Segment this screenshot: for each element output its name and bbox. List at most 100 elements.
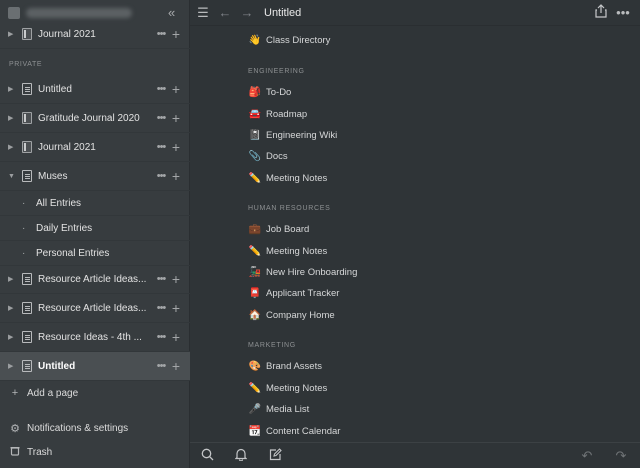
- link-label: Job Board: [266, 223, 310, 235]
- more-options-icon[interactable]: •••: [612, 5, 634, 20]
- caret-right-icon[interactable]: ▶: [8, 304, 22, 312]
- trash-button[interactable]: Trash: [0, 441, 190, 463]
- car-icon: 🚘: [248, 108, 262, 120]
- waving-hand-icon: 👋: [248, 34, 262, 46]
- link-company-home[interactable]: 🏠 Company Home: [248, 307, 335, 323]
- link-roadmap[interactable]: 🚘 Roadmap: [248, 106, 307, 122]
- link-job-board[interactable]: 💼 Job Board: [248, 221, 310, 237]
- workspace-name-blurred: [26, 8, 132, 18]
- mailbox-icon: 📮: [248, 287, 262, 299]
- backpack-icon: 🎒: [248, 86, 262, 98]
- sidebar-item-resource-article-ideas-1[interactable]: ▶ Resource Article Ideas... ••• +: [0, 265, 190, 294]
- add-page-button[interactable]: + Add a page: [0, 382, 190, 404]
- sidebar-subitem-all-entries[interactable]: · All Entries: [0, 191, 190, 216]
- link-class-directory[interactable]: 👋 Class Directory: [248, 32, 331, 48]
- sidebar-item-muses[interactable]: ▼ Muses ••• +: [0, 162, 190, 191]
- bell-icon[interactable]: [224, 448, 258, 464]
- link-new-hire-onboarding[interactable]: 🚂 New Hire Onboarding: [248, 264, 358, 280]
- private-section-label: PRIVATE: [9, 61, 43, 68]
- caret-right-icon[interactable]: ▶: [8, 143, 22, 151]
- redo-icon[interactable]: ↷: [604, 448, 638, 464]
- page-icon: [22, 273, 32, 285]
- add-subpage-icon[interactable]: +: [168, 168, 184, 184]
- search-icon[interactable]: [190, 448, 224, 464]
- page-icon: [22, 360, 32, 372]
- sidebar-subitem-personal-entries[interactable]: · Personal Entries: [0, 241, 190, 266]
- sidebar-item-label: Resource Article Ideas...: [38, 302, 147, 314]
- trash-icon: [8, 446, 22, 459]
- caret-right-icon[interactable]: ▶: [8, 85, 22, 93]
- caret-down-icon[interactable]: ▼: [8, 173, 22, 180]
- add-subpage-icon[interactable]: +: [168, 300, 184, 316]
- link-label: New Hire Onboarding: [266, 266, 358, 278]
- notifications-settings-label: Notifications & settings: [27, 422, 129, 434]
- caret-right-icon[interactable]: ▶: [8, 333, 22, 341]
- caret-right-icon[interactable]: ▶: [8, 275, 22, 283]
- pencil-icon: ✏️: [248, 382, 262, 394]
- add-subpage-icon[interactable]: +: [168, 271, 184, 287]
- link-media-list[interactable]: 🎤 Media List: [248, 401, 310, 417]
- more-options-icon[interactable]: •••: [154, 273, 168, 285]
- more-options-icon[interactable]: •••: [154, 141, 168, 153]
- link-meeting-notes-hr[interactable]: ✏️ Meeting Notes: [248, 243, 328, 259]
- add-subpage-icon[interactable]: +: [168, 358, 184, 374]
- sidebar-item-label: Personal Entries: [36, 247, 110, 259]
- forward-arrow-icon[interactable]: →: [236, 5, 258, 20]
- sidebar-item-resource-ideas-4th[interactable]: ▶ Resource Ideas - 4th ... ••• +: [0, 323, 190, 352]
- collapse-sidebar-icon[interactable]: «: [168, 6, 175, 19]
- share-icon[interactable]: [590, 4, 612, 21]
- link-to-do[interactable]: 🎒 To-Do: [248, 84, 292, 100]
- link-content-calendar[interactable]: 📆 Content Calendar: [248, 423, 341, 439]
- more-options-icon[interactable]: •••: [154, 112, 168, 124]
- sidebar-item-label: Untitled: [38, 83, 72, 95]
- caret-right-icon[interactable]: ▶: [8, 362, 22, 370]
- sidebar: « ▶ Journal 2021 ••• + PRIVATE ▶ Untitle…: [0, 0, 190, 468]
- link-engineering-wiki[interactable]: 📓 Engineering Wiki: [248, 127, 338, 143]
- sidebar-item-untitled[interactable]: ▶ Untitled ••• +: [0, 75, 190, 104]
- top-bar: ☰ ← → Untitled •••: [190, 0, 640, 26]
- pencil-icon: ✏️: [248, 245, 262, 257]
- link-label: Meeting Notes: [266, 245, 328, 257]
- sidebar-subitem-daily-entries[interactable]: · Daily Entries: [0, 216, 190, 241]
- train-icon: 🚂: [248, 266, 262, 278]
- back-arrow-icon[interactable]: ←: [214, 5, 236, 20]
- caret-right-icon[interactable]: ▶: [8, 30, 22, 38]
- add-subpage-icon[interactable]: +: [168, 329, 184, 345]
- more-options-icon[interactable]: •••: [154, 360, 168, 372]
- sidebar-item-journal-2021[interactable]: ▶ Journal 2021 ••• +: [0, 133, 190, 162]
- link-applicant-tracker[interactable]: 📮 Applicant Tracker: [248, 285, 340, 301]
- link-docs[interactable]: 📎 Docs: [248, 148, 288, 164]
- more-options-icon[interactable]: •••: [154, 28, 168, 40]
- add-subpage-icon[interactable]: +: [168, 139, 184, 155]
- sidebar-item-resource-article-ideas-2[interactable]: ▶ Resource Article Ideas... ••• +: [0, 294, 190, 323]
- link-label: Class Directory: [266, 34, 331, 46]
- link-label: Applicant Tracker: [266, 287, 340, 299]
- bullet-icon: ·: [22, 247, 26, 259]
- add-subpage-icon[interactable]: +: [168, 26, 184, 42]
- link-brand-assets[interactable]: 🎨 Brand Assets: [248, 358, 322, 374]
- link-meeting-notes-engineering[interactable]: ✏️ Meeting Notes: [248, 170, 328, 186]
- link-label: Docs: [266, 150, 288, 162]
- caret-right-icon[interactable]: ▶: [8, 114, 22, 122]
- more-options-icon[interactable]: •••: [154, 170, 168, 182]
- notebook-icon: [22, 112, 32, 124]
- add-subpage-icon[interactable]: +: [168, 110, 184, 126]
- section-heading-human-resources: HUMAN RESOURCES: [248, 205, 331, 212]
- link-label: Media List: [266, 403, 310, 415]
- sidebar-item-gratitude-journal[interactable]: ▶ Gratitude Journal 2020 ••• +: [0, 104, 190, 133]
- link-meeting-notes-marketing[interactable]: ✏️ Meeting Notes: [248, 380, 328, 396]
- add-subpage-icon[interactable]: +: [168, 81, 184, 97]
- sidebar-item-untitled-active[interactable]: ▶ Untitled ••• +: [0, 352, 190, 381]
- link-label: Company Home: [266, 309, 335, 321]
- more-options-icon[interactable]: •••: [154, 83, 168, 95]
- notifications-settings-button[interactable]: ⚙ Notifications & settings: [0, 417, 190, 439]
- sidebar-item-journal-2021-top[interactable]: ▶ Journal 2021 ••• +: [0, 20, 190, 49]
- more-options-icon[interactable]: •••: [154, 331, 168, 343]
- undo-icon[interactable]: ↶: [570, 448, 604, 464]
- notebook-icon: 📓: [248, 129, 262, 141]
- link-label: To-Do: [266, 86, 292, 98]
- palette-icon: 🎨: [248, 360, 262, 372]
- menu-icon[interactable]: ☰: [192, 5, 214, 21]
- more-options-icon[interactable]: •••: [154, 302, 168, 314]
- new-page-icon[interactable]: [258, 447, 292, 464]
